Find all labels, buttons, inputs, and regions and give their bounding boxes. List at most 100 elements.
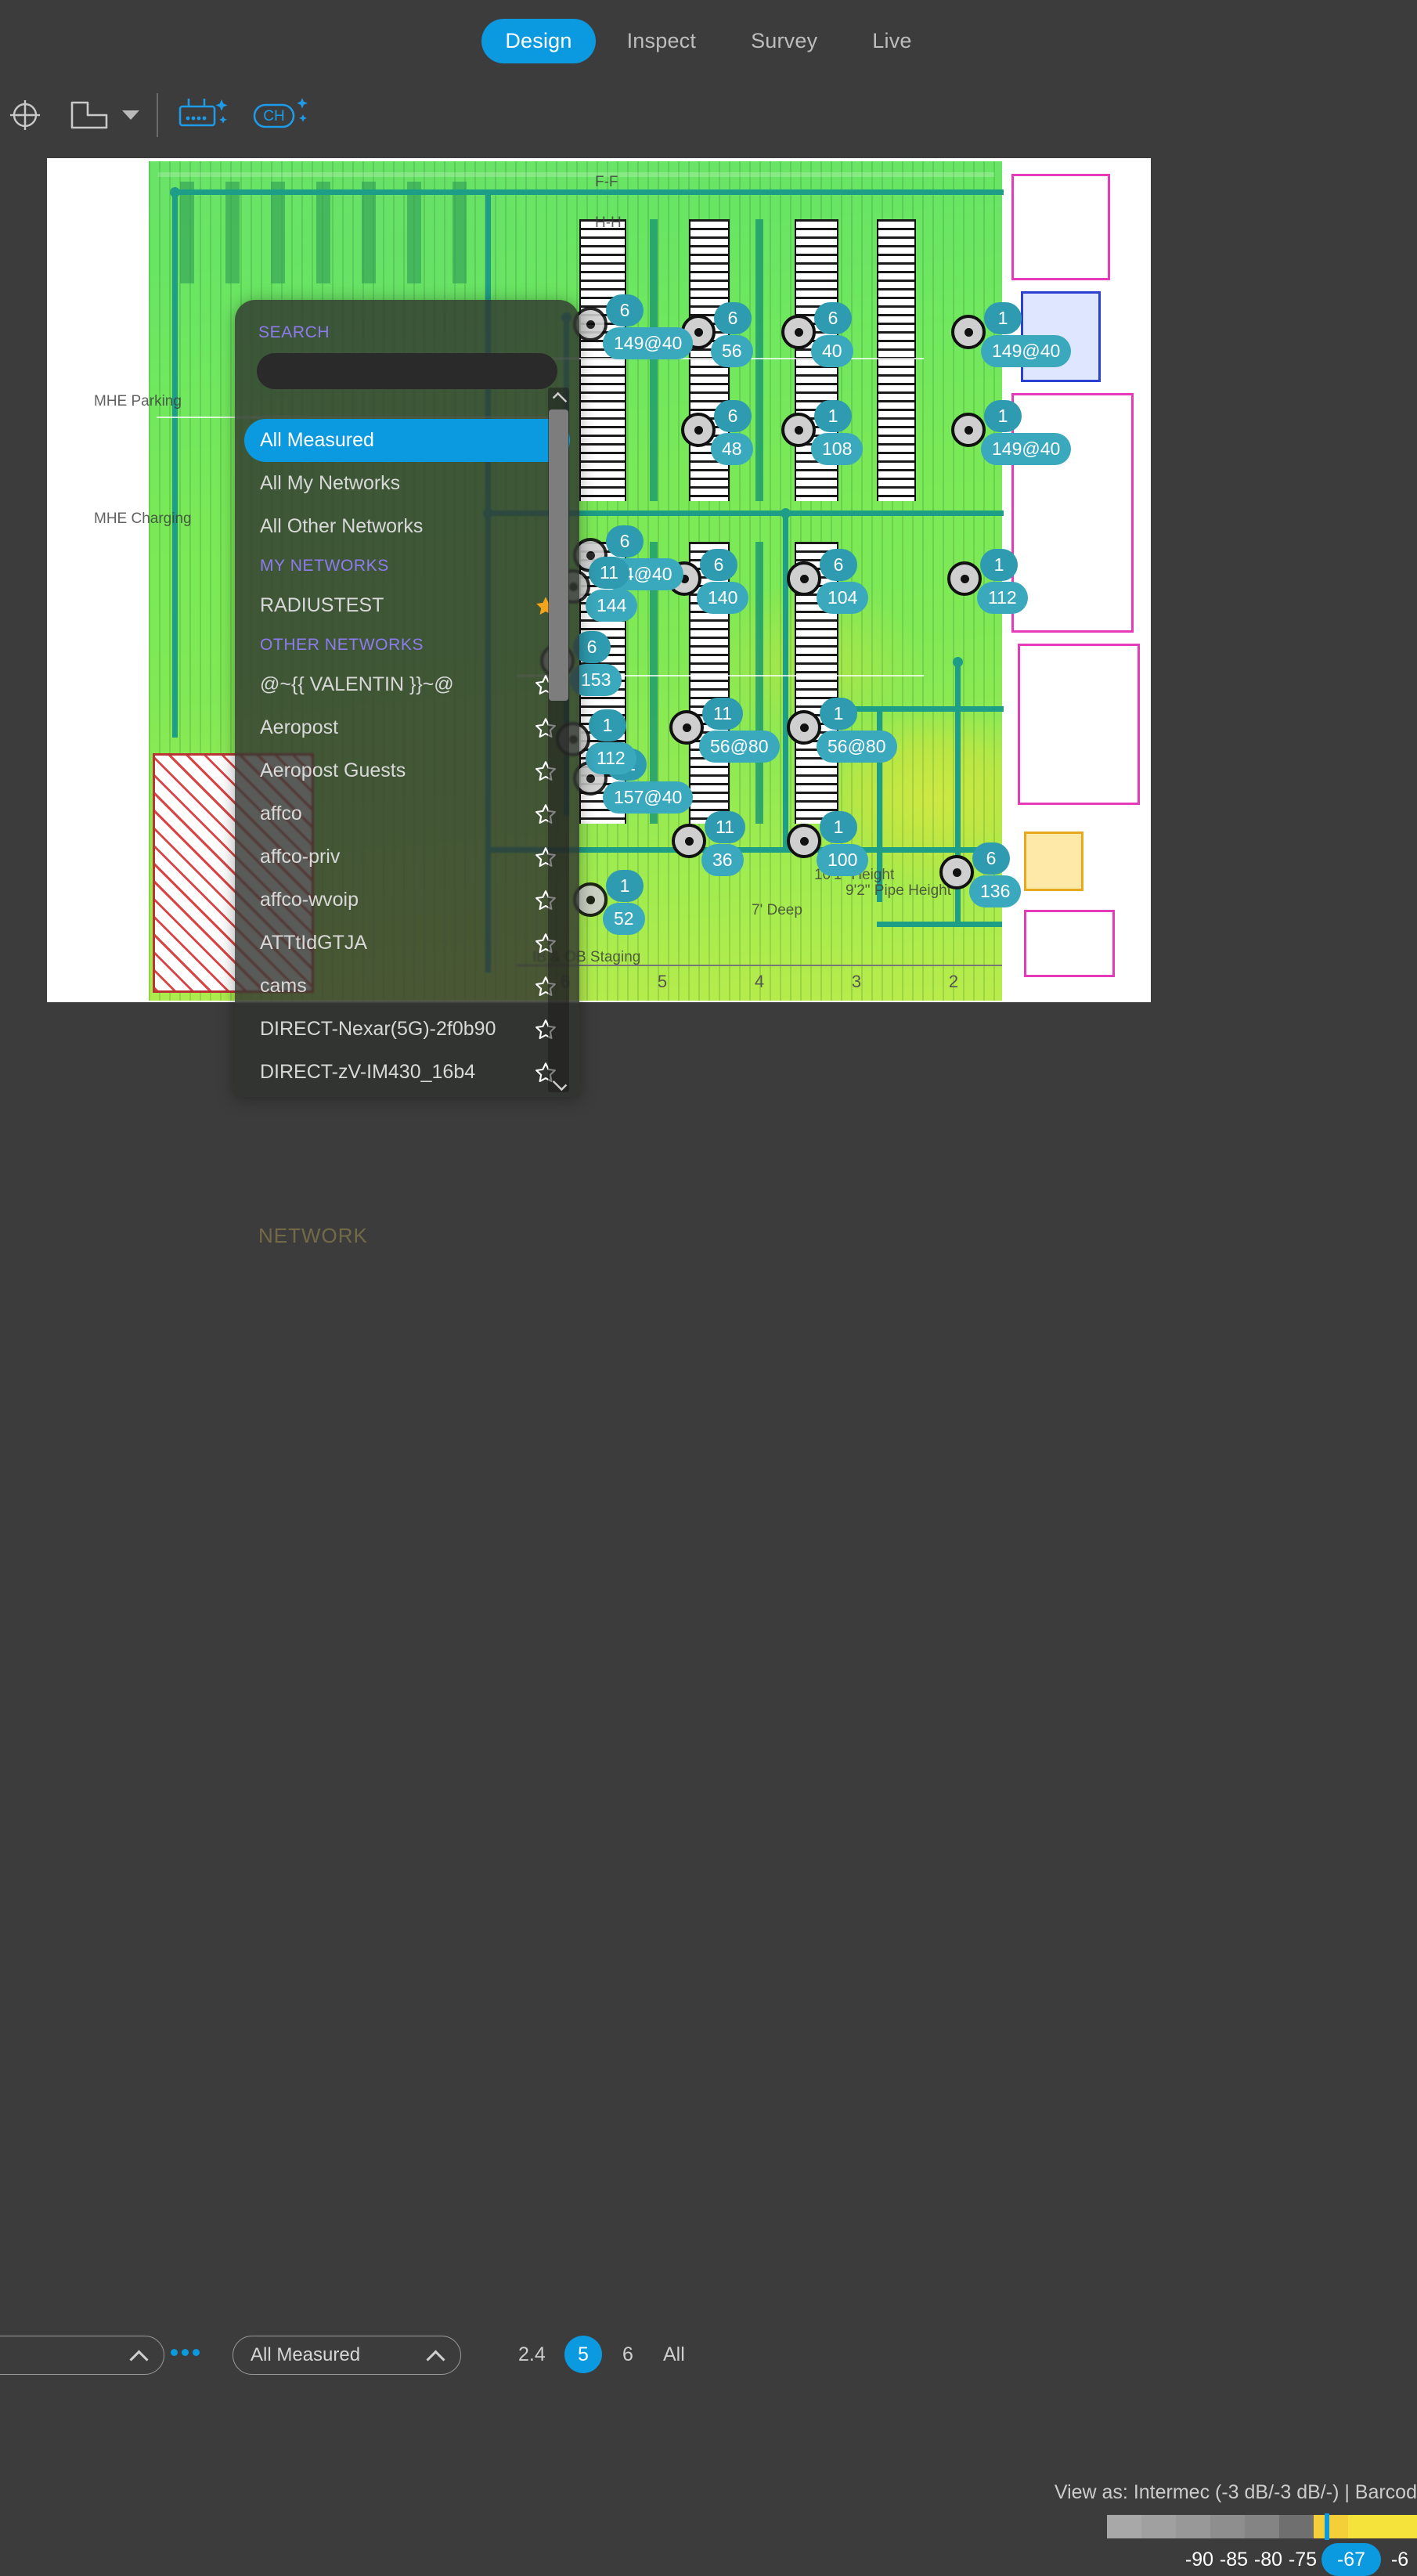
legend-tick[interactable]: -85 bbox=[1217, 2549, 1251, 2571]
left-select[interactable] bbox=[0, 2336, 164, 2375]
ap-power-badge[interactable]: 40 bbox=[811, 335, 853, 367]
floorplan-canvas[interactable]: 6 5 4 3 2 MHE Parking MHE Charging 7' Deep… bbox=[47, 158, 1151, 1002]
network-list-item[interactable]: affco bbox=[235, 792, 579, 835]
crosshair-target-icon[interactable] bbox=[0, 90, 50, 140]
polygon-area-icon[interactable] bbox=[64, 90, 114, 140]
ap-power-badge[interactable]: 149@40 bbox=[981, 433, 1072, 465]
ap-power-badge[interactable]: 52 bbox=[603, 903, 645, 935]
ap-power-badge[interactable]: 144 bbox=[586, 590, 638, 622]
tab-survey[interactable]: Survey bbox=[727, 19, 841, 63]
network-list-item[interactable]: affco-priv bbox=[235, 835, 579, 879]
ap-power-badge[interactable]: 100 bbox=[817, 844, 869, 876]
network-list-item[interactable]: RADIUSTEST bbox=[235, 584, 579, 627]
tab-design[interactable]: Design bbox=[481, 19, 596, 63]
access-point-marker[interactable] bbox=[781, 315, 816, 349]
ap-channel-badge[interactable]: 6 bbox=[714, 302, 752, 334]
ap-power-badge[interactable]: 136 bbox=[969, 875, 1022, 907]
legend-tick[interactable]: -80 bbox=[1251, 2549, 1285, 2571]
ap-channel-badge[interactable]: 1 bbox=[589, 709, 626, 741]
network-list[interactable]: All Measured All My Networks All Other Net… bbox=[235, 419, 579, 1097]
map-stage[interactable]: 6 5 4 3 2 MHE Parking MHE Charging 7' Deep… bbox=[0, 147, 1417, 1251]
auto-channel-icon[interactable]: CH bbox=[251, 90, 313, 140]
access-point-marker[interactable] bbox=[787, 824, 821, 858]
draw-area-group[interactable] bbox=[64, 90, 139, 140]
network-list-scrollbar[interactable] bbox=[548, 388, 569, 1092]
ap-power-badge[interactable]: 48 bbox=[711, 433, 753, 465]
ap-channel-badge[interactable]: 6 bbox=[700, 549, 737, 581]
scroll-up-arrow-icon[interactable] bbox=[548, 388, 569, 408]
chevron-down-icon[interactable] bbox=[122, 110, 139, 120]
access-point-marker[interactable] bbox=[787, 561, 821, 596]
network-item-label: Aeropost Guests bbox=[260, 759, 406, 781]
ap-channel-badge[interactable]: 1 bbox=[820, 698, 857, 730]
network-list-item[interactable]: DIRECT-zV-IM430_16b4 bbox=[235, 1051, 579, 1094]
ap-power-badge[interactable]: 104 bbox=[817, 582, 869, 614]
ap-power-badge[interactable]: 112 bbox=[586, 742, 636, 774]
access-point-marker[interactable] bbox=[951, 315, 986, 349]
ap-power-badge[interactable]: 108 bbox=[811, 433, 864, 465]
ap-power-badge[interactable]: 149@40 bbox=[981, 335, 1072, 367]
ap-channel-badge[interactable]: 6 bbox=[606, 294, 644, 327]
network-list-item[interactable]: cams bbox=[235, 965, 579, 1008]
ap-power-badge[interactable]: 157@40 bbox=[603, 781, 694, 814]
scroll-down-arrow-icon[interactable] bbox=[548, 1072, 569, 1092]
search-input[interactable] bbox=[257, 353, 557, 389]
band-all[interactable]: All bbox=[663, 2343, 685, 2366]
ap-channel-badge[interactable]: 1 bbox=[606, 870, 644, 902]
access-point-marker[interactable] bbox=[669, 710, 704, 745]
access-point-marker[interactable] bbox=[939, 855, 974, 889]
network-list-item[interactable]: @~{{ VALENTIN }}~@ bbox=[235, 663, 579, 706]
network-filter-dropdown[interactable]: SEARCH All Measured All My Networks All Ot… bbox=[235, 300, 579, 1097]
access-point-marker[interactable] bbox=[781, 413, 816, 447]
access-point-marker[interactable] bbox=[951, 413, 986, 447]
network-list-item[interactable]: All My Networks bbox=[235, 462, 579, 505]
ap-channel-badge[interactable]: 11 bbox=[705, 811, 745, 843]
network-list-item[interactable]: Aeropost bbox=[235, 706, 579, 749]
ap-channel-badge[interactable]: 1 bbox=[984, 302, 1022, 334]
ap-power-badge[interactable]: 112 bbox=[977, 582, 1028, 614]
ap-channel-badge[interactable]: 1 bbox=[980, 549, 1018, 581]
network-list-item[interactable]: All Other Networks bbox=[235, 505, 579, 548]
band-2-4[interactable]: 2.4 bbox=[518, 2343, 546, 2366]
ap-channel-badge[interactable]: 6 bbox=[606, 525, 644, 557]
legend-tick[interactable]: -75 bbox=[1285, 2549, 1320, 2571]
map-shape bbox=[316, 182, 330, 283]
ap-channel-badge[interactable]: 11 bbox=[702, 698, 743, 730]
legend-current-value[interactable]: -67 bbox=[1321, 2543, 1381, 2576]
ap-channel-badge[interactable]: 11 bbox=[589, 557, 629, 589]
legend-swatch bbox=[1348, 2515, 1383, 2538]
tab-live[interactable]: Live bbox=[849, 19, 935, 63]
ap-power-badge[interactable]: 56 bbox=[711, 335, 753, 367]
signal-legend-ticks[interactable]: -90 -85 -80 -75 -67 -6 bbox=[1182, 2543, 1417, 2576]
network-select[interactable]: All Measured bbox=[233, 2336, 461, 2375]
legend-tick[interactable]: -6 bbox=[1383, 2549, 1417, 2571]
more-options-button[interactable] bbox=[171, 2349, 200, 2356]
ap-power-badge[interactable]: 149@40 bbox=[603, 327, 694, 359]
auto-place-aps-icon[interactable] bbox=[175, 90, 233, 140]
access-point-marker[interactable] bbox=[681, 413, 716, 447]
ap-power-badge[interactable]: 140 bbox=[697, 582, 749, 614]
network-list-item[interactable]: Aeropost Guests bbox=[235, 749, 579, 792]
access-point-marker[interactable] bbox=[672, 824, 706, 858]
ap-channel-badge[interactable]: 6 bbox=[814, 302, 852, 334]
ap-channel-badge[interactable]: 1 bbox=[984, 400, 1022, 432]
ap-power-badge[interactable]: 56@80 bbox=[699, 731, 780, 763]
ap-power-badge[interactable]: 36 bbox=[701, 844, 744, 876]
access-point-marker[interactable] bbox=[787, 710, 821, 745]
scrollbar-thumb[interactable] bbox=[549, 409, 568, 701]
ap-power-badge[interactable]: 56@80 bbox=[817, 731, 897, 763]
network-list-item[interactable]: All Measured bbox=[244, 419, 570, 462]
ap-channel-badge[interactable]: 6 bbox=[714, 400, 752, 432]
network-list-item[interactable]: DIRECT-Nexar(5G)-2f0b90 bbox=[235, 1008, 579, 1051]
ap-channel-badge[interactable]: 1 bbox=[814, 400, 852, 432]
band-6[interactable]: 6 bbox=[622, 2343, 633, 2366]
ap-channel-badge[interactable]: 6 bbox=[820, 549, 857, 581]
access-point-marker[interactable] bbox=[947, 561, 982, 596]
ap-channel-badge[interactable]: 6 bbox=[972, 842, 1010, 875]
ap-channel-badge[interactable]: 1 bbox=[820, 811, 857, 843]
legend-tick[interactable]: -90 bbox=[1182, 2549, 1217, 2571]
band-5[interactable]: 5 bbox=[564, 2336, 602, 2373]
network-list-item[interactable]: ATTtIdGTJA bbox=[235, 922, 579, 965]
tab-inspect[interactable]: Inspect bbox=[604, 19, 719, 63]
network-list-item[interactable]: affco-wvoip bbox=[235, 879, 579, 922]
